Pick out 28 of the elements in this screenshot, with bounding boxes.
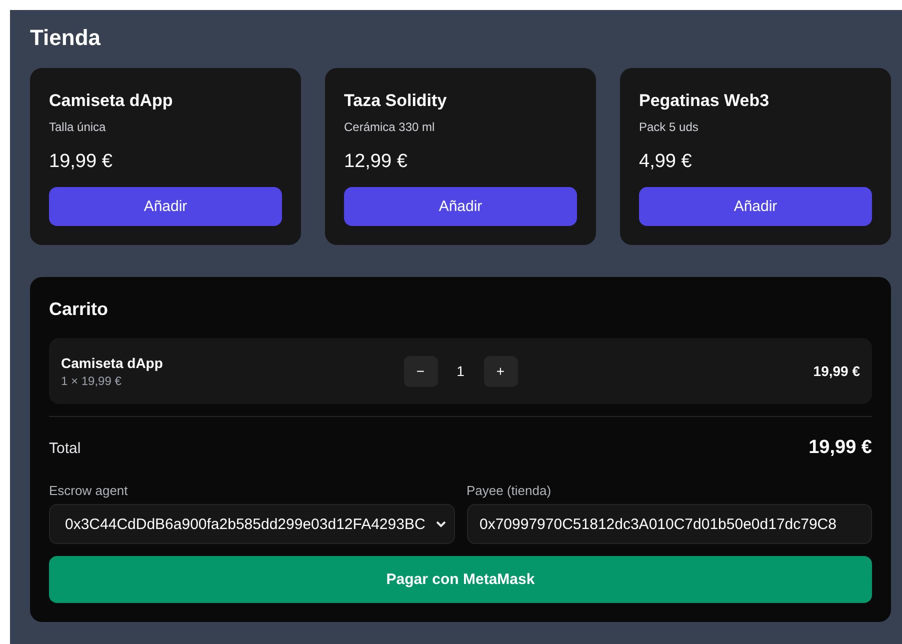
item-subtotal: 19,99 € <box>813 363 860 379</box>
total-label: Total <box>49 440 81 456</box>
payee-input[interactable]: 0x70997970C51812dc3A010C7d01b50e0d17dc79C8 <box>466 504 872 544</box>
add-button[interactable]: Añadir <box>344 187 577 226</box>
product-price: 4,99 € <box>639 151 692 173</box>
product-description: Pack 5 uds <box>639 120 698 134</box>
pay-button[interactable]: Pagar con MetaMask <box>49 556 872 603</box>
field-label: Payee (tienda) <box>466 483 552 498</box>
quantity-value: 1 <box>456 363 466 379</box>
page-title: Tienda <box>30 24 101 52</box>
product-name: Taza Solidity <box>344 91 447 111</box>
escrow-select[interactable]: 0x3C44CdDdB6a900fa2b585dd299e03d12FA4293BC <box>49 504 454 544</box>
cart-title: Carrito <box>49 299 108 320</box>
add-button[interactable]: Añadir <box>639 187 872 226</box>
product-price: 19,99 € <box>49 151 112 173</box>
field-label: Escrow agent <box>49 483 128 498</box>
decrease-button[interactable]: − <box>404 356 438 386</box>
product-name: Camiseta dApp <box>49 91 173 111</box>
add-button[interactable]: Añadir <box>49 187 282 226</box>
product-description: Talla única <box>49 120 106 134</box>
product-description: Cerámica 330 ml <box>344 120 435 134</box>
total-amount: 19,99 € <box>808 437 872 459</box>
item-name: Camiseta dApp <box>61 354 163 370</box>
item-unit-price: 1 × 19,99 € <box>61 374 122 388</box>
increase-button[interactable]: + <box>484 356 518 386</box>
chevron-icon <box>436 520 446 528</box>
product-price: 12,99 € <box>344 151 408 173</box>
product-name: Pegatinas Web3 <box>639 91 770 111</box>
